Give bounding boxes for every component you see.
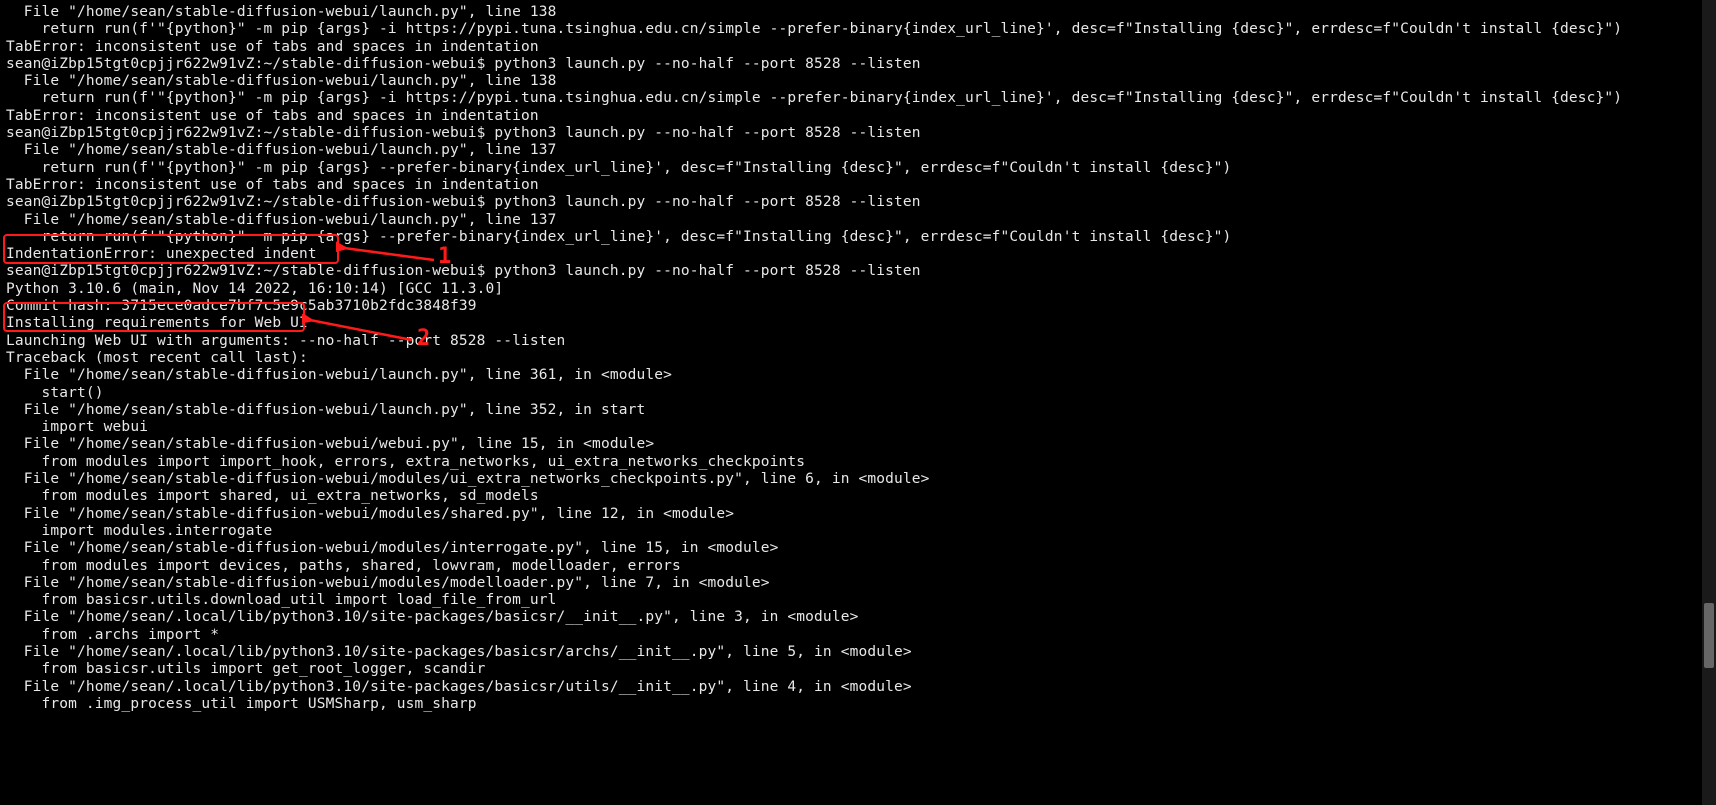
terminal-line: TabError: inconsistent use of tabs and s…	[6, 177, 1716, 194]
terminal-output[interactable]: File "/home/sean/stable-diffusion-webui/…	[6, 4, 1716, 713]
terminal-line: TabError: inconsistent use of tabs and s…	[6, 39, 1716, 56]
terminal-line: from .archs import *	[6, 627, 1716, 644]
terminal-line: IndentationError: unexpected indent	[6, 246, 1716, 263]
terminal-line: File "/home/sean/stable-diffusion-webui/…	[6, 436, 1716, 453]
terminal-line: sean@iZbp15tgt0cpjjr622w91vZ:~/stable-di…	[6, 194, 1716, 211]
terminal-line: from basicsr.utils.download_util import …	[6, 592, 1716, 609]
terminal-line: from basicsr.utils import get_root_logge…	[6, 661, 1716, 678]
terminal-line: Commit hash: 3715ece0adce7bf7c5e9c5ab371…	[6, 298, 1716, 315]
terminal-line: Traceback (most recent call last):	[6, 350, 1716, 367]
scrollbar-track[interactable]	[1702, 0, 1716, 805]
terminal-line: return run(f'"{python}" -m pip {args} -i…	[6, 21, 1716, 38]
terminal-line: File "/home/sean/stable-diffusion-webui/…	[6, 540, 1716, 557]
terminal-line: import webui	[6, 419, 1716, 436]
terminal-line: File "/home/sean/stable-diffusion-webui/…	[6, 73, 1716, 90]
terminal-line: File "/home/sean/stable-diffusion-webui/…	[6, 575, 1716, 592]
terminal-line: File "/home/sean/stable-diffusion-webui/…	[6, 471, 1716, 488]
terminal-line: start()	[6, 385, 1716, 402]
terminal-line: Python 3.10.6 (main, Nov 14 2022, 16:10:…	[6, 281, 1716, 298]
terminal-line: from modules import import_hook, errors,…	[6, 454, 1716, 471]
terminal-line: sean@iZbp15tgt0cpjjr622w91vZ:~/stable-di…	[6, 56, 1716, 73]
terminal-line: sean@iZbp15tgt0cpjjr622w91vZ:~/stable-di…	[6, 263, 1716, 280]
terminal-line: File "/home/sean/.local/lib/python3.10/s…	[6, 644, 1716, 661]
terminal-line: File "/home/sean/stable-diffusion-webui/…	[6, 142, 1716, 159]
terminal-line: File "/home/sean/.local/lib/python3.10/s…	[6, 609, 1716, 626]
terminal-line: File "/home/sean/stable-diffusion-webui/…	[6, 506, 1716, 523]
terminal-line: TabError: inconsistent use of tabs and s…	[6, 108, 1716, 125]
terminal-line: File "/home/sean/.local/lib/python3.10/s…	[6, 679, 1716, 696]
terminal-line: return run(f'"{python}" -m pip {args} -i…	[6, 90, 1716, 107]
scrollbar-thumb[interactable]	[1704, 603, 1714, 668]
terminal-line: Installing requirements for Web UI	[6, 315, 1716, 332]
terminal-line: from .img_process_util import USMSharp, …	[6, 696, 1716, 713]
terminal-line: from modules import shared, ui_extra_net…	[6, 488, 1716, 505]
terminal-line: return run(f'"{python}" -m pip {args} --…	[6, 160, 1716, 177]
terminal-line: Launching Web UI with arguments: --no-ha…	[6, 333, 1716, 350]
terminal-line: File "/home/sean/stable-diffusion-webui/…	[6, 4, 1716, 21]
terminal-line: import modules.interrogate	[6, 523, 1716, 540]
terminal-line: sean@iZbp15tgt0cpjjr622w91vZ:~/stable-di…	[6, 125, 1716, 142]
terminal-line: File "/home/sean/stable-diffusion-webui/…	[6, 402, 1716, 419]
terminal-line: File "/home/sean/stable-diffusion-webui/…	[6, 212, 1716, 229]
terminal-line: File "/home/sean/stable-diffusion-webui/…	[6, 367, 1716, 384]
terminal-line: return run(f'"{python}" m pip {args} --p…	[6, 229, 1716, 246]
terminal-line: from modules import devices, paths, shar…	[6, 558, 1716, 575]
